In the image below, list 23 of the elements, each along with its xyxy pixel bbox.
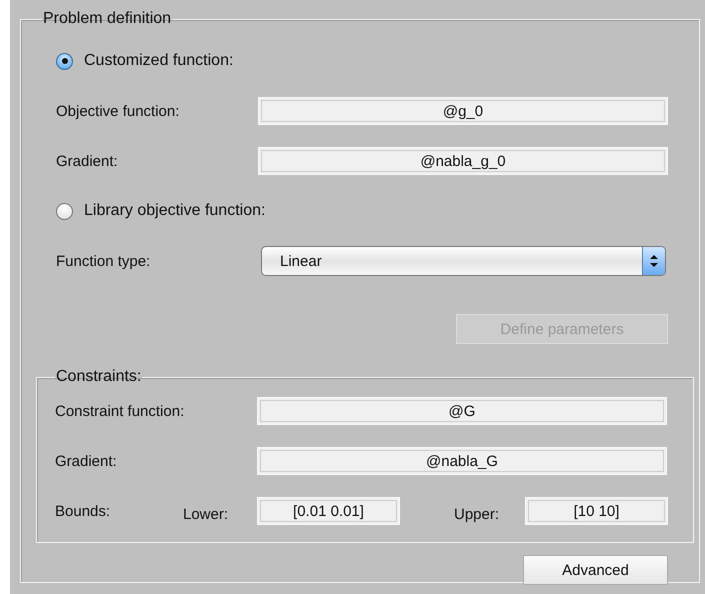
- radio-button[interactable]: [56, 52, 73, 70]
- panel-title: Problem definition: [42, 10, 172, 28]
- field-label: Bounds:: [55, 502, 112, 520]
- input-field[interactable]: @G: [257, 397, 667, 425]
- constraints-title: Constraints:: [55, 368, 142, 386]
- radio-label[interactable]: Library objective function:: [84, 202, 266, 220]
- field-label: Function type:: [56, 252, 152, 270]
- field-label: Objective function:: [56, 102, 180, 120]
- stepper-arrows-icon: [642, 247, 665, 275]
- upper-label: Upper:: [454, 504, 500, 522]
- field-label: Gradient:: [56, 152, 119, 170]
- input-field[interactable]: @nabla_G: [257, 447, 667, 475]
- field-label: Gradient:: [55, 452, 118, 470]
- radio-button[interactable]: [56, 202, 73, 220]
- field-label: Constraint function:: [55, 402, 186, 420]
- input-field[interactable]: @g_0: [258, 97, 668, 125]
- upper-bound-field[interactable]: [10 10]: [525, 497, 668, 525]
- radio-label[interactable]: Customized function:: [84, 52, 234, 70]
- advanced-button[interactable]: Advanced: [523, 555, 668, 585]
- lower-bound-field[interactable]: [0.01 0.01]: [257, 497, 400, 525]
- lower-label: Lower:: [183, 504, 230, 522]
- input-field[interactable]: @nabla_g_0: [258, 147, 668, 175]
- function-type-dropdown[interactable]: Linear: [261, 246, 666, 276]
